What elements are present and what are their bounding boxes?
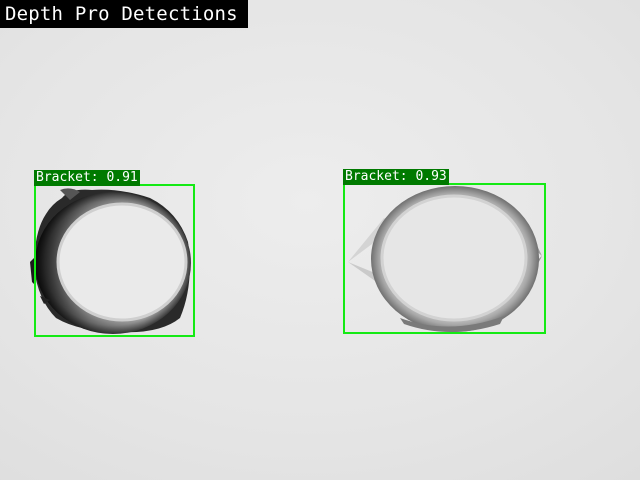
detection-box-1	[34, 184, 195, 337]
depth-map-viewer: Depth Pro Detections Bracket: 0.91 Brack…	[0, 0, 640, 480]
detection-label-1: Bracket: 0.91	[34, 170, 140, 186]
detection-box-2	[343, 183, 546, 334]
window-title: Depth Pro Detections	[0, 0, 248, 28]
detection-label-2: Bracket: 0.93	[343, 169, 449, 185]
